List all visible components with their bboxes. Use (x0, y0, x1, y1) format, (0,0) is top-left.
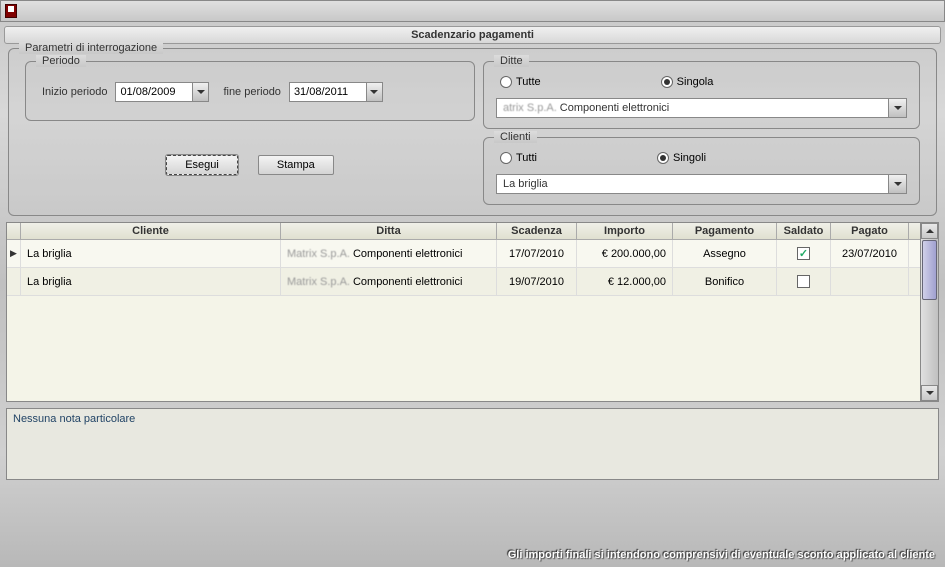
ditte-singola-radio[interactable]: Singola (661, 76, 714, 88)
table-row[interactable]: La brigliaMatrix S.p.A. Componenti elett… (7, 268, 920, 296)
app-icon (5, 4, 17, 18)
fine-label: fine periodo (223, 86, 281, 98)
esegui-button[interactable]: Esegui (166, 155, 238, 175)
ditte-tutte-radio[interactable]: Tutte (500, 76, 541, 88)
scroll-down-btn[interactable] (921, 385, 938, 401)
saldato-checkbox[interactable] (797, 275, 810, 288)
cell-importo: € 12.000,00 (577, 268, 673, 295)
titlebar (0, 0, 945, 22)
stampa-button[interactable]: Stampa (258, 155, 334, 175)
grid-scrollbar[interactable] (920, 223, 938, 401)
cell-saldato (777, 268, 831, 295)
periodo-legend: Periodo (36, 55, 86, 67)
inizio-label: Inizio periodo (42, 86, 107, 98)
clienti-legend: Clienti (494, 131, 537, 143)
cell-scadenza: 17/07/2010 (497, 240, 577, 267)
scroll-thumb[interactable] (922, 240, 937, 300)
col-cliente[interactable]: Cliente (21, 223, 281, 239)
notes-panel: Nessuna nota particolare (6, 408, 939, 480)
cell-pagamento: Assegno (673, 240, 777, 267)
ditte-panel: Ditte Tutte Singola atrix S.p.A.Componen… (483, 61, 920, 129)
clienti-combo[interactable]: La briglia (496, 174, 889, 194)
col-saldato[interactable]: Saldato (777, 223, 831, 239)
clienti-singoli-label: Singoli (673, 152, 706, 164)
clienti-combo-btn[interactable] (889, 174, 907, 194)
clienti-tutti-label: Tutti (516, 152, 537, 164)
cell-scadenza: 19/07/2010 (497, 268, 577, 295)
cell-ditta: Matrix S.p.A. Componenti elettronici (281, 268, 497, 295)
params-panel: Parametri di interrogazione Periodo Iniz… (8, 48, 937, 216)
clienti-tutti-radio[interactable]: Tutti (500, 152, 537, 164)
cell-cliente: La briglia (21, 240, 281, 267)
cell-ditta: Matrix S.p.A. Componenti elettronici (281, 240, 497, 267)
ditte-tutte-label: Tutte (516, 76, 541, 88)
row-marker (7, 268, 21, 295)
row-marker: ▶ (7, 240, 21, 267)
ditte-singola-label: Singola (677, 76, 714, 88)
cell-pagato (831, 268, 909, 295)
saldato-checkbox[interactable]: ✓ (797, 247, 810, 260)
grid-header: Cliente Ditta Scadenza Importo Pagamento… (7, 223, 920, 240)
col-ditta[interactable]: Ditta (281, 223, 497, 239)
footer-text: Gli importi finali si intendono comprens… (508, 549, 935, 561)
inizio-dropdown-btn[interactable] (193, 82, 209, 102)
col-pagamento[interactable]: Pagamento (673, 223, 777, 239)
col-scadenza[interactable]: Scadenza (497, 223, 577, 239)
fine-dropdown-btn[interactable] (367, 82, 383, 102)
cell-pagato: 23/07/2010 (831, 240, 909, 267)
cell-saldato: ✓ (777, 240, 831, 267)
clienti-singoli-radio[interactable]: Singoli (657, 152, 706, 164)
results-grid: Cliente Ditta Scadenza Importo Pagamento… (6, 222, 939, 402)
col-pagato[interactable]: Pagato (831, 223, 909, 239)
ditte-combo[interactable]: atrix S.p.A.Componenti elettronici (496, 98, 889, 118)
ditte-legend: Ditte (494, 55, 529, 67)
inizio-input[interactable] (115, 82, 193, 102)
cell-pagamento: Bonifico (673, 268, 777, 295)
clienti-panel: Clienti Tutti Singoli La briglia (483, 137, 920, 205)
col-importo[interactable]: Importo (577, 223, 673, 239)
fine-input[interactable] (289, 82, 367, 102)
cell-cliente: La briglia (21, 268, 281, 295)
table-row[interactable]: ▶La brigliaMatrix S.p.A. Componenti elet… (7, 240, 920, 268)
periodo-panel: Periodo Inizio periodo fine periodo (25, 61, 475, 121)
ditte-combo-btn[interactable] (889, 98, 907, 118)
cell-importo: € 200.000,00 (577, 240, 673, 267)
params-legend: Parametri di interrogazione (19, 42, 163, 54)
scroll-up-btn[interactable] (921, 223, 938, 239)
